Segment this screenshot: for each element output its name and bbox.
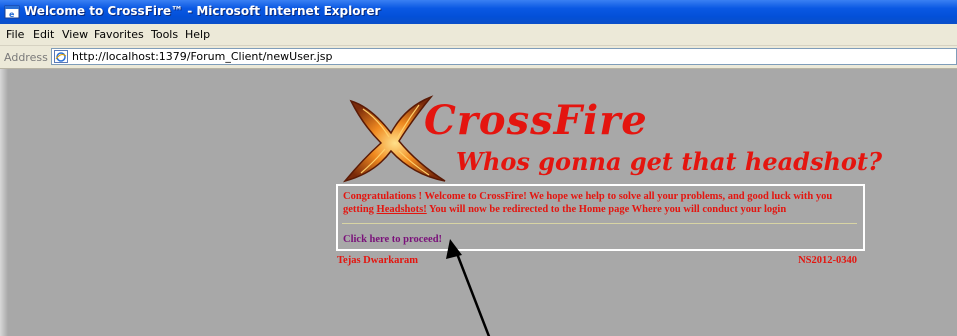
- menu-favorites[interactable]: Favorites: [94, 28, 144, 41]
- address-label: Address: [4, 51, 48, 64]
- page-left-edge: [0, 69, 8, 336]
- menu-file[interactable]: File: [6, 28, 24, 41]
- welcome-message-box: Congratulations ! Welcome to CrossFire! …: [336, 184, 865, 251]
- message-divider: [342, 223, 857, 224]
- address-field[interactable]: http://localhost:1379/Forum_Client/newUs…: [51, 48, 957, 65]
- menu-tools[interactable]: Tools: [151, 28, 178, 41]
- title-bar[interactable]: e Welcome to CrossFire™ - Microsoft Inte…: [0, 0, 957, 24]
- svg-text:e: e: [9, 10, 15, 19]
- message-text-2: You will now be redirected to the Home p…: [426, 204, 787, 215]
- author-name: Tejas Dwarkaram: [337, 255, 418, 266]
- ie-window-icon: e: [4, 5, 20, 19]
- welcome-message: Congratulations ! Welcome to CrossFire! …: [343, 190, 853, 216]
- brand-title: CrossFire: [424, 97, 648, 144]
- browser-window: e Welcome to CrossFire™ - Microsoft Inte…: [0, 0, 957, 336]
- menu-edit[interactable]: Edit: [33, 28, 54, 41]
- page-content: CrossFire Whos gonna get that headshot? …: [0, 69, 957, 336]
- headshots-link[interactable]: Headshots!: [377, 204, 427, 215]
- ie-page-icon: [54, 50, 68, 63]
- brand-tagline: Whos gonna get that headshot?: [456, 147, 883, 176]
- window-title: Welcome to CrossFire™ - Microsoft Intern…: [24, 4, 381, 18]
- url-text: http://localhost:1379/Forum_Client/newUs…: [72, 50, 333, 63]
- menu-view[interactable]: View: [62, 28, 88, 41]
- address-bar: Address http://localhost:1379/Forum_Clie…: [0, 46, 957, 69]
- menu-bar: File Edit View Favorites Tools Help: [0, 24, 957, 46]
- proceed-link[interactable]: Click here to proceed!: [343, 234, 442, 245]
- pointer-arrow-icon: [446, 239, 491, 336]
- student-code: NS2012-0340: [798, 255, 857, 266]
- menu-help[interactable]: Help: [185, 28, 210, 41]
